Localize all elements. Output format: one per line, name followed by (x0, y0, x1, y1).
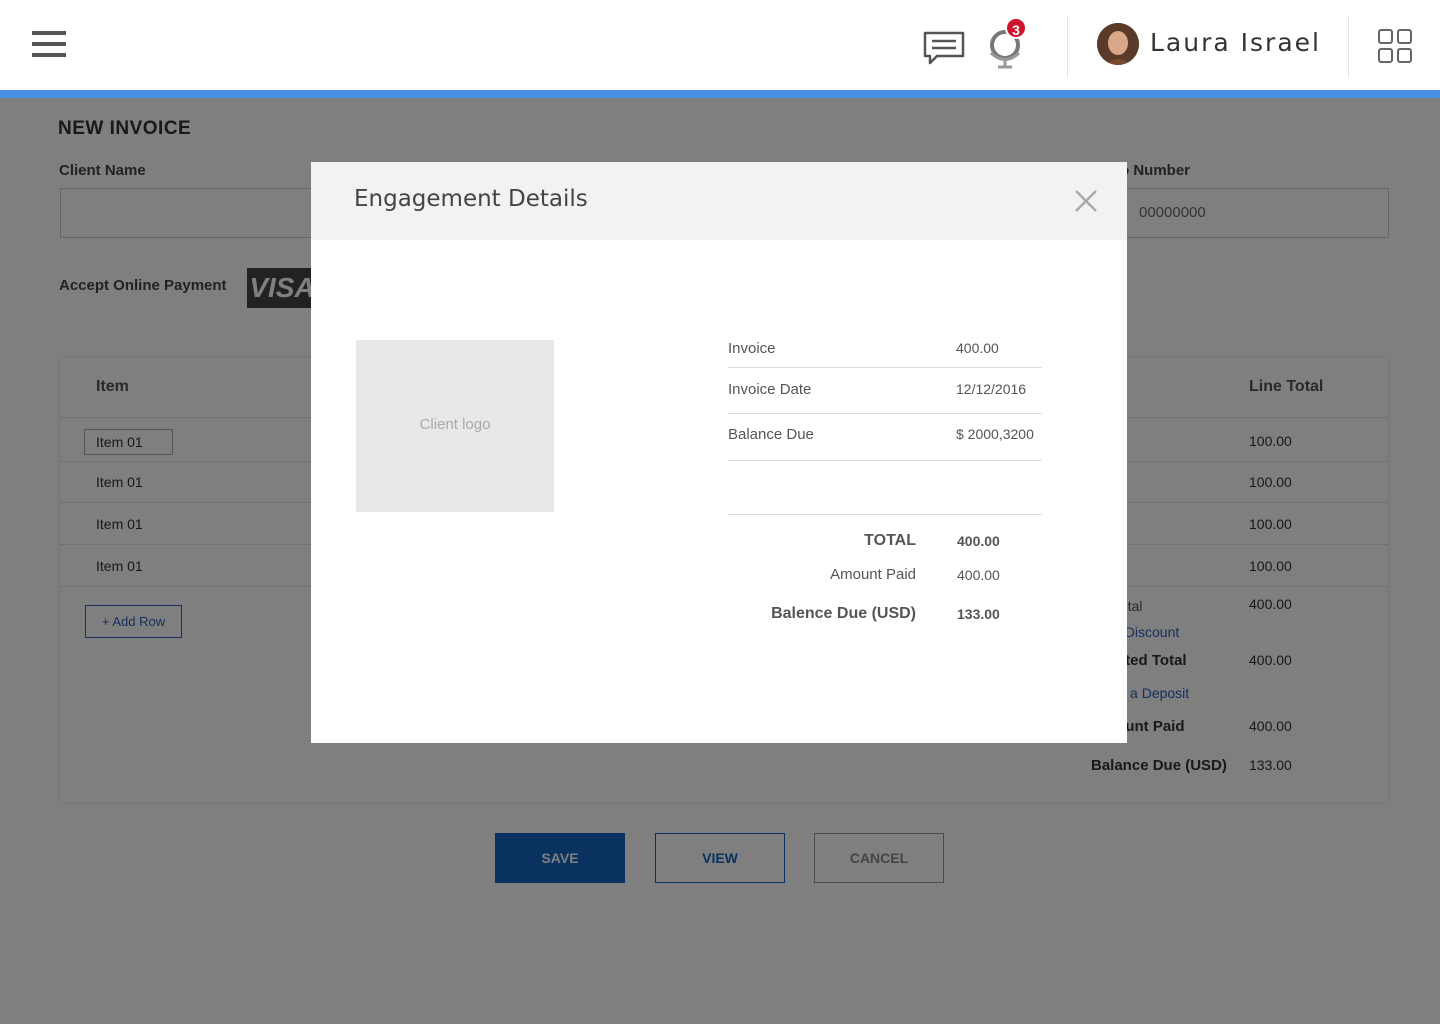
divider (728, 413, 1042, 414)
close-icon[interactable] (1073, 188, 1099, 214)
user-name[interactable]: Laura Israel (1150, 28, 1321, 57)
client-logo-placeholder: Client logo (356, 340, 554, 512)
balance-due-value: $ 2000,3200 (956, 426, 1034, 442)
accent-bar (0, 90, 1440, 98)
apps-grid-icon[interactable] (1378, 29, 1412, 63)
divider (728, 514, 1042, 515)
notification-badge: 3 (1005, 17, 1027, 39)
divider (728, 367, 1042, 368)
amount-paid-value: 400.00 (957, 567, 1000, 583)
invoice-value: 400.00 (956, 340, 999, 356)
client-logo-text: Client logo (419, 416, 491, 433)
invoice-date-value: 12/12/2016 (956, 381, 1027, 397)
avatar[interactable] (1097, 23, 1139, 65)
messages-icon[interactable] (922, 30, 966, 66)
modal-header: Engagement Details (311, 162, 1127, 240)
invoice-date-label: Invoice Date (728, 381, 812, 398)
total-value: 400.00 (957, 533, 1000, 549)
header-divider (1067, 15, 1068, 77)
menu-icon[interactable] (32, 31, 66, 59)
engagement-details-modal: Engagement Details Client logo Invoice 4… (311, 162, 1127, 743)
amount-paid-label: Amount Paid (830, 566, 916, 583)
balance-due-label: Balance Due (728, 426, 814, 443)
total-label: TOTAL (864, 532, 916, 549)
balance-due-usd-label: Balence Due (USD) (771, 605, 916, 622)
header-divider (1348, 15, 1349, 77)
balance-due-usd-value: 133.00 (957, 606, 1000, 622)
invoice-label: Invoice (728, 340, 776, 357)
divider (728, 460, 1042, 461)
top-header: 3 Laura Israel (0, 0, 1440, 90)
modal-title: Engagement Details (354, 186, 588, 212)
